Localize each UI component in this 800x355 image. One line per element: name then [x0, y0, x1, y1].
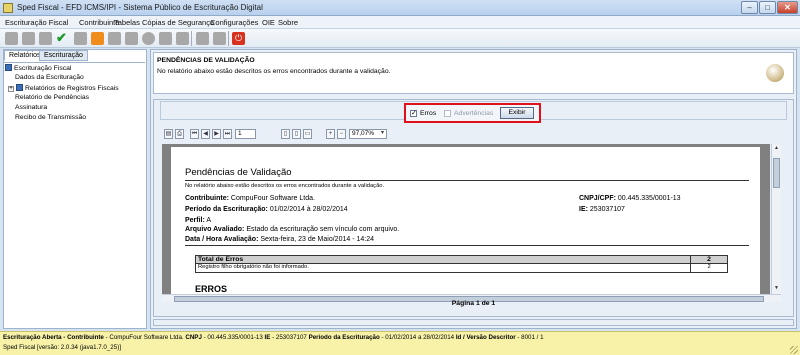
export-icon[interactable] [91, 32, 104, 45]
vertical-scrollbar[interactable]: ▲ ▼ [771, 144, 781, 294]
menu-oie[interactable]: OIE [262, 18, 275, 27]
periodo-field: Período da Escrituração: 01/02/2014 à 28… [185, 206, 348, 213]
scroll-thumb[interactable] [773, 158, 780, 188]
total-erros-value: 2 [707, 256, 711, 263]
menu-sobre[interactable]: Sobre [278, 18, 298, 27]
menu-copias-seguranca[interactable]: Cópias de Segurança [142, 18, 214, 27]
bottom-bar [153, 319, 794, 326]
print-icon[interactable] [108, 32, 121, 45]
close-button[interactable]: ✕ [777, 1, 798, 14]
zoom-out-icon[interactable]: − [337, 129, 346, 139]
advertencias-checkbox[interactable] [444, 110, 451, 117]
table-row: Registro filho obrigatório não foi infor… [196, 264, 727, 272]
save-icon[interactable] [196, 32, 209, 45]
total-erros-label: Total de Erros [196, 256, 692, 263]
first-page-icon[interactable]: ⏮ [190, 129, 199, 139]
error-description: Registro filho obrigatório não foi infor… [196, 264, 692, 272]
menu-bar: Escrituração Fiscal Contribuinte Tabelas… [0, 16, 800, 29]
page-description: No relatório abaixo estão descritos os e… [157, 68, 391, 75]
page-title: PENDÊNCIAS DE VALIDAÇÃO [157, 57, 255, 64]
error-count: 2 [707, 264, 711, 270]
sped-logo-icon [766, 64, 784, 82]
toolbar-separator [228, 31, 229, 46]
delete-icon[interactable] [74, 32, 87, 45]
chevron-down-icon[interactable]: ▾ [378, 129, 387, 139]
exit-icon[interactable]: ⏻ [232, 32, 245, 45]
status-prefix: Escrituração Aberta - Contribuinte [3, 334, 104, 341]
perfil-field: Perfil: A [185, 217, 212, 224]
status-bar: Escrituração Aberta - Contribuinte - Com… [0, 331, 800, 342]
next-page-icon[interactable]: ▶ [212, 129, 221, 139]
fit-width-icon[interactable]: ▭ [303, 129, 312, 139]
page-number-input[interactable]: 1 [235, 129, 256, 139]
menu-tabelas[interactable]: Tabelas [114, 18, 140, 27]
tree-item-escrituracao-fiscal[interactable]: Escrituração Fiscal [5, 64, 71, 72]
arquivo-field: Arquivo Avaliado: Estado da escrituração… [185, 226, 400, 233]
tree-item-relatorios-registros[interactable]: + Relatórios de Registros Fiscais [8, 84, 119, 92]
pendencias-header: PENDÊNCIAS DE VALIDAÇÃO No relatório aba… [153, 52, 794, 94]
tree-item-recibo-transmissao[interactable]: Recibo de Transmissão [15, 114, 86, 121]
data-hora-field: Data / Hora Avaliação: Sexta-feira, 23 d… [185, 236, 374, 243]
divider [185, 245, 749, 246]
validate-check-icon[interactable]: ✔ [56, 31, 69, 45]
app-icon [3, 3, 13, 13]
open-folder-icon[interactable] [39, 32, 52, 45]
scroll-down-icon[interactable]: ▼ [773, 285, 780, 293]
save-report-icon[interactable]: ▤ [164, 129, 173, 139]
tab-escrituracao[interactable]: Escrituração [39, 50, 88, 61]
restore-icon[interactable] [213, 32, 226, 45]
erros-heading: ERROS [195, 284, 228, 294]
tree-item-dados-escrituracao[interactable]: Dados da Escrituração [15, 74, 84, 81]
erros-checkbox[interactable]: ✓ [410, 110, 417, 117]
import-icon[interactable] [22, 32, 35, 45]
menu-configuracoes[interactable]: Configurações [210, 18, 258, 27]
book-icon [5, 64, 12, 71]
toolbar-separator [191, 31, 192, 46]
shield-icon[interactable] [159, 32, 172, 45]
exibir-button[interactable]: Exibir [500, 107, 534, 119]
new-document-icon[interactable] [5, 32, 18, 45]
tree-item-relatorio-pendencias[interactable]: Relatório de Pendências [15, 94, 89, 101]
actual-size-icon[interactable]: ▯ [281, 129, 290, 139]
totals-table: Total de Erros 2 Registro filho obrigató… [195, 255, 728, 273]
report-viewer-toolbar: ▤ ⎙ ⏮ ◀ ▶ ⏭ 1 ▯ ▯ ▭ + − 97,07% ▾ [160, 128, 787, 142]
tree-item-assinatura[interactable]: Assinatura [15, 104, 47, 111]
report-title: Pendências de Validação [185, 167, 292, 178]
window-title: Sped Fiscal - EFD ICMS/IPI - Sistema Púb… [17, 3, 263, 12]
title-bar: Sped Fiscal - EFD ICMS/IPI - Sistema Púb… [0, 0, 800, 16]
maximize-button[interactable]: □ [759, 1, 776, 14]
report-tree: Escrituração Fiscal Dados da Escrituraçã… [4, 62, 145, 328]
ie-field: IE: 253037107 [579, 206, 625, 213]
fit-page-icon[interactable]: ▯ [292, 129, 301, 139]
cnpj-field: CNPJ/CPF: 00.445.335/0001-13 [579, 195, 681, 202]
zoom-in-icon[interactable]: + [326, 129, 335, 139]
table-row: Total de Erros 2 [196, 256, 727, 264]
advertencias-label: Advertências [454, 110, 494, 117]
book-icon [16, 84, 23, 91]
minimize-button[interactable]: – [741, 1, 758, 14]
print-report-icon[interactable]: ⎙ [175, 129, 184, 139]
resize-grip-icon[interactable] [790, 346, 798, 354]
divider [185, 180, 749, 181]
sign-icon[interactable] [125, 32, 138, 45]
erros-label: Erros [420, 110, 437, 117]
certificate-icon[interactable] [176, 32, 189, 45]
report-page: Pendências de Validação No relatório aba… [171, 147, 760, 294]
report-viewport: Pendências de Validação No relatório aba… [162, 144, 770, 294]
toolbar: ✔ ⏻ [0, 29, 800, 48]
transmit-icon[interactable] [142, 32, 155, 45]
version-status: Sped Fiscal [versão: 2.0.34 (java1.7.0_2… [0, 342, 800, 355]
last-page-icon[interactable]: ⏭ [223, 129, 232, 139]
menu-escrituracao-fiscal[interactable]: Escrituração Fiscal [5, 18, 68, 27]
page-count-label: Página 1 de 1 [451, 300, 496, 307]
scroll-up-icon[interactable]: ▲ [773, 145, 780, 153]
expand-icon[interactable]: + [8, 86, 14, 92]
contribuinte-field: Contribuinte: CompuFour Software Ltda. [185, 195, 315, 202]
filter-group: ✓ Erros Advertências Exibir [404, 103, 541, 123]
prev-page-icon[interactable]: ◀ [201, 129, 210, 139]
report-subtitle: No relatório abaixo estão descritos os e… [185, 183, 385, 189]
